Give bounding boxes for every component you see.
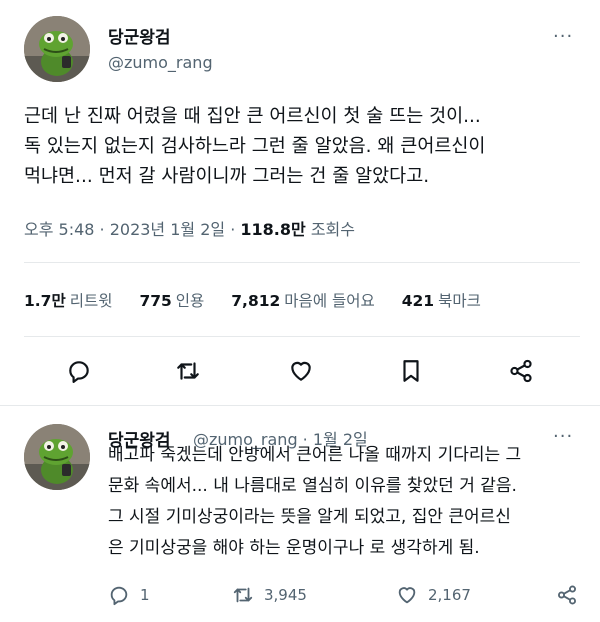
retweet-count: 3,945 xyxy=(264,586,307,604)
like-button[interactable] xyxy=(285,355,317,387)
reply-like-button[interactable]: 2,167 xyxy=(396,582,471,608)
reply-text-line: 배고파 죽겠는데 안방에서 큰어른 나올 때까지 기다리는 그 xyxy=(108,445,522,465)
divider xyxy=(0,405,600,406)
reply-text-line: 은 기미상궁을 해야 하는 운명이구나 로 생각하게 됨. xyxy=(108,538,480,558)
reply-text-line: 문화 속에서... 내 나름대로 열심히 이유를 찾았던 거 같음. xyxy=(108,476,517,496)
heart-icon xyxy=(398,587,416,604)
reply-reply-button[interactable]: 1 xyxy=(108,582,150,608)
share-button[interactable] xyxy=(505,355,537,387)
more-dots-icon[interactable]: ··· xyxy=(553,28,573,46)
share-icon xyxy=(510,359,532,383)
bookmark-icon xyxy=(403,360,419,382)
reply-text-line: 그 시절 기미상궁이라는 뜻을 알게 되었고, 집안 큰어르신 xyxy=(108,507,511,527)
retweets-stat[interactable]: 1.7만 리트윗 xyxy=(24,292,113,310)
reply-count: 1 xyxy=(140,586,150,604)
display-name[interactable]: 당군왕검 xyxy=(108,23,171,48)
avatar-image xyxy=(24,424,90,490)
divider xyxy=(24,262,580,263)
avatar-image xyxy=(24,16,90,82)
divider xyxy=(24,336,580,337)
retweet-button[interactable] xyxy=(172,355,204,387)
reply-avatar[interactable] xyxy=(24,424,90,490)
heart-icon xyxy=(291,361,311,381)
reply-retweet-button[interactable]: 3,945 xyxy=(232,582,307,608)
reply-text: 배고파 죽겠는데 안방에서 큰어른 나올 때까지 기다리는 그 문화 속에서..… xyxy=(108,440,588,564)
reply-icon xyxy=(110,586,128,606)
quotes-stat[interactable]: 775 인용 xyxy=(139,292,204,310)
tweet-action-bar xyxy=(0,355,600,389)
share-icon xyxy=(558,585,576,605)
tweet-stats: 1.7만 리트윗 775 인용 7,812 마음에 들어요 421 북마크 xyxy=(24,289,503,311)
tweet-text-line: 먹냐면... 먼저 갈 사람이니까 그러는 건 줄 알았다고. xyxy=(24,166,430,187)
reply-share-button[interactable] xyxy=(556,582,578,608)
views-label: 조회수 xyxy=(305,220,355,239)
reply-action-bar: 1 3,945 2,167 xyxy=(0,582,600,608)
retweet-icon xyxy=(233,587,253,603)
user-handle[interactable]: @zumo_rang xyxy=(108,53,213,72)
tweet-meta: 오후 5:48 · 2023년 1월 2일 · 118.8만 조회수 xyxy=(24,216,355,240)
avatar[interactable] xyxy=(24,16,90,82)
tweet-text-line: 독 있는지 없는지 검사하느라 그런 줄 알았음. 왜 큰어르신이 xyxy=(24,136,486,157)
likes-stat[interactable]: 7,812 마음에 들어요 xyxy=(231,292,375,310)
tweet-text: 근데 난 진짜 어렸을 때 집안 큰 어르신이 첫 술 뜨는 것이... 독 있… xyxy=(24,102,584,192)
reply-icon xyxy=(69,361,89,383)
like-count: 2,167 xyxy=(428,586,471,604)
bookmark-button[interactable] xyxy=(395,355,427,387)
reply-button[interactable] xyxy=(63,355,95,387)
tweet-timestamp[interactable]: 오후 5:48 · 2023년 1월 2일 · xyxy=(24,220,240,239)
views-count: 118.8만 xyxy=(240,220,306,239)
bookmarks-stat[interactable]: 421 북마크 xyxy=(402,292,481,310)
tweet-text-line: 근데 난 진짜 어렸을 때 집안 큰 어르신이 첫 술 뜨는 것이... xyxy=(24,106,481,127)
retweet-icon xyxy=(177,362,199,380)
